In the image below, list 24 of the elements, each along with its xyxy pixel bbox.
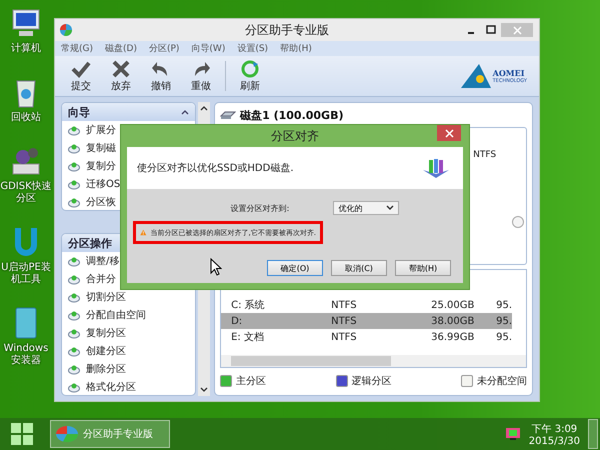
disk-title: 磁盘1 (100.00GB) <box>240 108 344 123</box>
logo-name: AOMEI <box>492 68 526 78</box>
legend-label: 主分区 <box>236 374 266 388</box>
table-cell: 95. <box>496 332 512 342</box>
table-cell-text: NTFS <box>331 316 358 326</box>
table-cell-text: NTFS <box>331 332 358 342</box>
field-label: 设置分区对齐到: <box>230 202 290 214</box>
table-cell-text: C: 系统 <box>230 298 266 312</box>
table-cell-text: 25.00GB <box>431 300 476 310</box>
table-cell-text: 36.99GB <box>431 332 476 342</box>
table-cell-text: NTFS <box>331 300 358 310</box>
table-cell-text: 38.00GB <box>431 316 476 326</box>
table-cell: 95. <box>496 300 512 310</box>
legend-label: 逻辑分区 <box>352 374 392 388</box>
table-cell-text: E: 文档 <box>230 330 265 344</box>
legend-label: 未分配空间 <box>477 374 527 388</box>
table-cell: 95. <box>496 316 512 326</box>
partition-label: NTFS <box>473 150 496 160</box>
dialog-description: 使分区对齐以优化SSD或HDD磁盘. <box>137 162 294 175</box>
window-title: 分区助手专业版 <box>244 22 330 38</box>
panel-title: 向导 <box>68 104 90 120</box>
table-cell-text: D: <box>230 316 244 326</box>
dialog-title: 分区对齐 <box>271 128 319 144</box>
panel-title: 分区操作 <box>68 236 112 251</box>
